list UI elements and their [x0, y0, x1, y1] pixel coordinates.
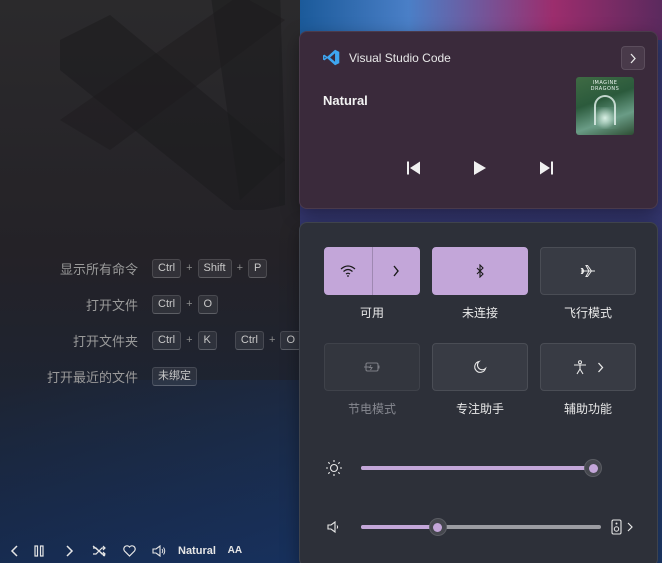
welcome-shortcuts: 显示所有命令 Ctrl + Shift + P 打开文件 Ctrl + O 打开… — [40, 250, 301, 394]
shortcut-label: 打开文件夹 — [72, 333, 138, 349]
font-size-toggle[interactable]: AA — [220, 538, 250, 563]
bluetooth-tile[interactable] — [432, 247, 528, 295]
chevron-right-icon — [627, 522, 633, 532]
key-shift: Shift — [197, 258, 232, 278]
brightness-icon — [326, 460, 342, 476]
brightness-slider[interactable] — [361, 458, 602, 478]
airplane-label: 飞行模式 — [563, 306, 612, 320]
chevron-right-icon — [66, 544, 74, 557]
next-track-button[interactable] — [54, 538, 84, 563]
status-bar-media: Natural AA — [0, 538, 300, 563]
play-button[interactable] — [464, 152, 496, 184]
focus-assist-label: 专注助手 — [455, 402, 504, 416]
media-track-title: Natural — [323, 93, 368, 108]
wifi-icon — [340, 265, 356, 277]
media-flyout: Visual Studio Code Natural IMAGINE DRAGO… — [299, 31, 658, 209]
accessibility-icon — [573, 359, 586, 374]
vscode-icon — [323, 49, 340, 66]
media-app-name: Visual Studio Code — [349, 50, 451, 65]
audio-output-button[interactable] — [611, 518, 639, 536]
wifi-toggle[interactable] — [325, 247, 372, 295]
skip-previous-icon — [406, 161, 420, 175]
key-unbound: 未绑定 — [152, 366, 197, 386]
next-button[interactable] — [530, 152, 562, 184]
open-app-button[interactable] — [621, 46, 645, 70]
volume-row — [325, 517, 635, 537]
battery-saver-icon — [364, 362, 380, 372]
shortcut-row: 打开最近的文件 未绑定 — [40, 358, 301, 394]
chevron-right-icon — [393, 265, 399, 277]
speaker-icon — [152, 544, 166, 557]
like-button[interactable] — [114, 538, 144, 563]
quick-settings-flyout: 可用 未连接 飞行模式 节电模式 专注助手 辅助功能 — [299, 222, 658, 563]
accessibility-tile[interactable] — [540, 343, 636, 391]
key-o: O — [197, 294, 219, 314]
key-p: P — [248, 258, 268, 278]
status-track-name[interactable]: Natural — [174, 538, 220, 563]
previous-track-button[interactable] — [6, 538, 24, 563]
key-separator: + — [186, 334, 193, 346]
focus-assist-tile[interactable] — [432, 343, 528, 391]
shuffle-button[interactable] — [84, 538, 114, 563]
shortcut-label: 打开最近的文件 — [46, 369, 138, 385]
wifi-expand-button[interactable] — [372, 247, 419, 295]
audio-device-icon — [611, 519, 622, 535]
wifi-label: 可用 — [359, 306, 384, 320]
airplane-tile[interactable] — [540, 247, 636, 295]
shortcut-row: 打开文件 Ctrl + O — [40, 286, 301, 322]
shortcut-keys: Ctrl + O — [152, 294, 219, 314]
key-separator: + — [269, 334, 276, 346]
shortcut-label: 打开文件 — [85, 297, 138, 313]
speaker-icon — [327, 520, 339, 534]
bluetooth-label: 未连接 — [461, 306, 498, 320]
shortcut-keys: Ctrl + K Ctrl + O — [152, 330, 301, 350]
wifi-tile — [324, 247, 420, 295]
key-ctrl: Ctrl — [152, 294, 182, 314]
brightness-row — [325, 458, 635, 478]
key-ctrl: Ctrl — [234, 330, 264, 350]
volume-fill — [361, 525, 438, 529]
volume-slider[interactable] — [361, 517, 601, 537]
shortcut-keys: 未绑定 — [152, 366, 197, 386]
shortcut-keys: Ctrl + Shift + P — [152, 258, 268, 278]
shortcut-row: 打开文件夹 Ctrl + K Ctrl + O — [40, 322, 301, 358]
vscode-watermark-icon — [60, 0, 285, 210]
media-controls — [300, 152, 659, 184]
volume-button[interactable] — [144, 538, 174, 563]
heart-icon — [122, 544, 136, 557]
airplane-icon — [580, 265, 595, 277]
key-o: O — [280, 330, 301, 350]
chevron-right-icon — [597, 362, 603, 372]
key-k: K — [197, 330, 217, 350]
bluetooth-icon — [476, 264, 484, 278]
previous-button[interactable] — [398, 152, 430, 184]
key-separator: + — [186, 262, 193, 274]
key-separator: + — [236, 262, 243, 274]
media-source: Visual Studio Code — [323, 49, 451, 66]
moon-icon — [474, 360, 487, 373]
album-art-text: IMAGINE DRAGONS — [590, 80, 620, 92]
shortcut-row: 显示所有命令 Ctrl + Shift + P — [40, 250, 301, 286]
brightness-thumb[interactable] — [584, 459, 602, 477]
play-icon — [473, 161, 486, 175]
skip-next-icon — [539, 161, 553, 175]
key-separator: + — [186, 298, 193, 310]
key-ctrl: Ctrl — [152, 330, 182, 350]
brightness-fill — [361, 466, 593, 470]
background-gradient — [0, 380, 300, 563]
pause-icon — [34, 544, 44, 557]
album-art: IMAGINE DRAGONS — [576, 77, 634, 135]
shuffle-icon — [92, 545, 106, 556]
volume-thumb[interactable] — [428, 518, 447, 536]
accessibility-label: 辅助功能 — [563, 402, 612, 416]
chevron-right-icon — [630, 53, 636, 63]
battery-saver-label: 节电模式 — [347, 402, 396, 416]
battery-saver-tile[interactable] — [324, 343, 420, 391]
key-ctrl: Ctrl — [152, 258, 182, 278]
shortcut-label: 显示所有命令 — [59, 261, 138, 277]
pause-button[interactable] — [24, 538, 54, 563]
chevron-left-icon — [10, 544, 18, 557]
